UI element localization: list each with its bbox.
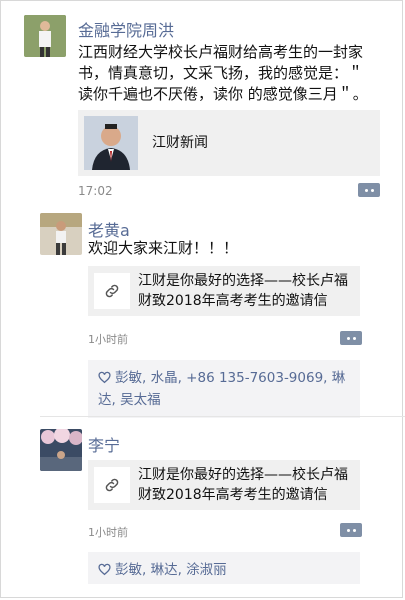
shared-link-card[interactable]: 江财是你最好的选择——校长卢福财致2018年高考考生的邀请信 bbox=[88, 460, 360, 510]
link-icon bbox=[94, 467, 130, 503]
avatar[interactable] bbox=[40, 429, 82, 471]
post-text: 欢迎大家来江财！！！ bbox=[88, 239, 239, 257]
likes-list: 彭敏, 水晶, +86 135-7603-9069, 琳达, 吴太福 bbox=[88, 360, 360, 418]
post-text: 江西财经大学校长卢福财给高考生的一封家书，情真意切，文采飞扬，我的感觉是：＂读你… bbox=[78, 43, 368, 103]
likes-names[interactable]: 彭敏, 琳达, 涂淑丽 bbox=[115, 562, 227, 578]
avatar[interactable] bbox=[40, 213, 82, 255]
avatar-photo-icon bbox=[40, 213, 82, 255]
post-time: 1小时前 bbox=[88, 333, 128, 346]
user-name[interactable]: 金融学院周洪 bbox=[78, 17, 174, 41]
link-title: 江财是你最好的选择——校长卢福财致2018年高考考生的邀请信 bbox=[138, 273, 348, 309]
shared-link-card[interactable]: 江财是你最好的选择——校长卢福财致2018年高考考生的邀请信 bbox=[88, 266, 360, 316]
heart-icon bbox=[98, 562, 111, 582]
comment-more-button[interactable] bbox=[358, 183, 380, 197]
link-icon bbox=[94, 273, 130, 309]
likes-names[interactable]: 彭敏, 水晶, +86 135-7603-9069, 琳达, 吴太福 bbox=[98, 370, 345, 408]
avatar-photo-icon bbox=[24, 15, 66, 57]
post-time: 17:02 bbox=[78, 184, 113, 198]
link-title: 江财是你最好的选择——校长卢福财致2018年高考考生的邀请信 bbox=[138, 467, 348, 503]
shared-link-card[interactable]: 江财新闻 bbox=[78, 110, 380, 176]
post-time: 1小时前 bbox=[88, 526, 128, 539]
likes-list: 彭敏, 琳达, 涂淑丽 bbox=[88, 552, 360, 584]
portrait-thumbnail-icon bbox=[84, 116, 138, 170]
post-divider bbox=[40, 416, 405, 417]
avatar-photo-icon bbox=[40, 429, 82, 471]
comment-more-button[interactable] bbox=[340, 331, 362, 345]
link-thumbnail bbox=[84, 116, 138, 170]
user-name[interactable]: 李宁 bbox=[88, 432, 120, 456]
avatar[interactable] bbox=[24, 15, 66, 57]
link-title: 江财新闻 bbox=[152, 135, 208, 151]
heart-icon bbox=[98, 370, 111, 390]
comment-more-button[interactable] bbox=[340, 523, 362, 537]
